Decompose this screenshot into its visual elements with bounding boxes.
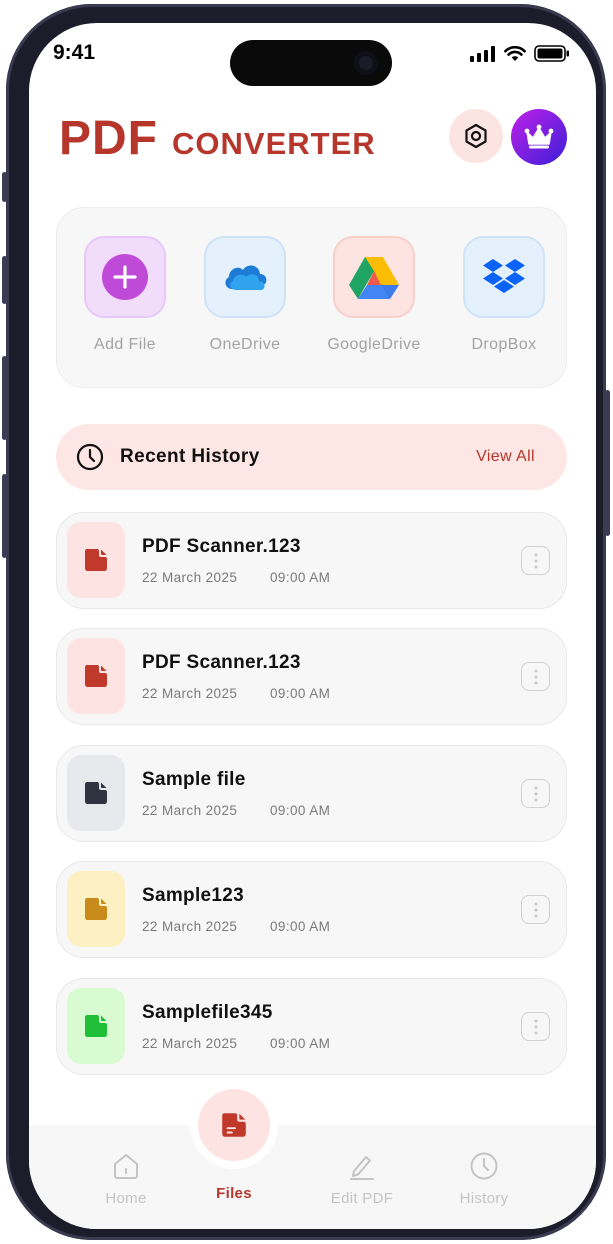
- document-icon: [85, 782, 107, 804]
- tab-label: Home: [105, 1190, 147, 1207]
- view-all-link[interactable]: View All: [476, 448, 535, 466]
- side-button: [605, 390, 610, 536]
- kebab-icon: [534, 902, 537, 917]
- file-item[interactable]: PDF Scanner.123 22 March 2025 09:00 AM: [56, 512, 567, 609]
- dynamic-island: [230, 40, 392, 86]
- tab-history[interactable]: History: [429, 1151, 539, 1207]
- source-googledrive[interactable]: GoogleDrive: [319, 236, 429, 354]
- camera: [354, 51, 378, 75]
- recent-history-title: Recent History: [120, 446, 260, 467]
- onedrive-icon: [225, 265, 267, 290]
- document-icon: [85, 898, 107, 920]
- file-name: PDF Scanner.123: [142, 652, 301, 673]
- file-date: 22 March 2025: [142, 919, 238, 934]
- home-icon: [114, 1154, 138, 1179]
- file-icon-tile: [67, 522, 125, 598]
- volume-down-button-2: [2, 474, 7, 558]
- file-icon-tile: [67, 988, 125, 1064]
- signal-icon: [470, 45, 495, 62]
- volume-up-button: [2, 256, 7, 304]
- clock-icon: [470, 1152, 498, 1180]
- premium-button[interactable]: [511, 109, 567, 165]
- source-add-file[interactable]: Add File: [70, 236, 180, 354]
- settings-button[interactable]: [449, 109, 503, 163]
- file-time: 09:00 AM: [270, 803, 331, 818]
- more-options-button[interactable]: [521, 546, 550, 575]
- googledrive-tile[interactable]: [333, 236, 415, 318]
- kebab-icon: [534, 1019, 537, 1034]
- kebab-icon: [534, 669, 537, 684]
- file-item[interactable]: Samplefile345 22 March 2025 09:00 AM: [56, 978, 567, 1075]
- file-icon-tile: [67, 755, 125, 831]
- document-icon: [85, 1015, 107, 1037]
- file-time: 09:00 AM: [270, 919, 331, 934]
- source-dropbox[interactable]: DropBox: [449, 236, 559, 354]
- add-file-tile[interactable]: [84, 236, 166, 318]
- file-name: Sample file: [142, 769, 246, 790]
- files-fab-button[interactable]: [198, 1089, 270, 1161]
- file-date: 22 March 2025: [142, 686, 238, 701]
- phone-frame: 9:41 PDF CONVERTER Add File OneDrive Goo…: [2, 4, 610, 1240]
- file-time: 09:00 AM: [270, 1036, 331, 1051]
- screen: 9:41 PDF CONVERTER Add File OneDrive Goo…: [29, 23, 596, 1229]
- file-icon-tile: [67, 871, 125, 947]
- action-button: [2, 172, 7, 202]
- googledrive-icon: [349, 257, 399, 299]
- file-name: PDF Scanner.123: [142, 536, 301, 557]
- file-time: 09:00 AM: [270, 570, 331, 585]
- source-label: Add File: [94, 336, 156, 353]
- dropbox-icon: [483, 259, 525, 293]
- source-label: OneDrive: [209, 336, 281, 353]
- tab-edit-pdf[interactable]: Edit PDF: [307, 1151, 417, 1207]
- more-options-button[interactable]: [521, 662, 550, 691]
- file-date: 22 March 2025: [142, 1036, 238, 1051]
- plus-icon: [102, 254, 148, 300]
- app-title-pdf: PDF: [59, 112, 158, 165]
- app-title: PDF CONVERTER: [59, 111, 376, 166]
- kebab-icon: [534, 786, 537, 801]
- file-name: Sample123: [142, 885, 244, 906]
- recent-history-bar: Recent History View All: [56, 424, 567, 490]
- file-name: Samplefile345: [142, 1002, 273, 1023]
- crown-icon: [524, 124, 554, 149]
- more-options-button[interactable]: [521, 1012, 550, 1041]
- tab-label: Files: [216, 1185, 252, 1202]
- status-time: 9:41: [53, 41, 96, 64]
- dropbox-tile[interactable]: [463, 236, 545, 318]
- file-item[interactable]: Sample123 22 March 2025 09:00 AM: [56, 861, 567, 958]
- tab-label: History: [459, 1190, 509, 1207]
- document-icon: [85, 665, 107, 687]
- bottom-tab-bar: Home Files Edit PDF History: [29, 1125, 596, 1229]
- kebab-icon: [534, 553, 537, 568]
- clock-icon: [76, 443, 104, 471]
- more-options-button[interactable]: [521, 895, 550, 924]
- onedrive-tile[interactable]: [204, 236, 286, 318]
- file-sources-panel: Add File OneDrive GoogleDrive DropBox: [56, 207, 567, 388]
- file-item[interactable]: PDF Scanner.123 22 March 2025 09:00 AM: [56, 628, 567, 725]
- app-title-converter: CONVERTER: [172, 126, 376, 161]
- more-options-button[interactable]: [521, 779, 550, 808]
- pencil-icon: [350, 1156, 374, 1180]
- tab-home[interactable]: Home: [71, 1151, 181, 1207]
- gear-icon: [465, 123, 487, 149]
- tab-label: Edit PDF: [330, 1190, 394, 1207]
- volume-down-button: [2, 356, 7, 440]
- file-time: 09:00 AM: [270, 686, 331, 701]
- file-date: 22 March 2025: [142, 570, 238, 585]
- file-date: 22 March 2025: [142, 803, 238, 818]
- file-item[interactable]: Sample file 22 March 2025 09:00 AM: [56, 745, 567, 842]
- source-label: DropBox: [471, 336, 537, 353]
- battery-icon: [534, 45, 569, 62]
- status-icons: [470, 45, 570, 62]
- file-icon-tile: [67, 638, 125, 714]
- source-onedrive[interactable]: OneDrive: [190, 236, 300, 354]
- wifi-icon: [504, 45, 526, 61]
- source-label: GoogleDrive: [327, 336, 421, 353]
- file-icon: [222, 1113, 246, 1137]
- document-icon: [85, 549, 107, 571]
